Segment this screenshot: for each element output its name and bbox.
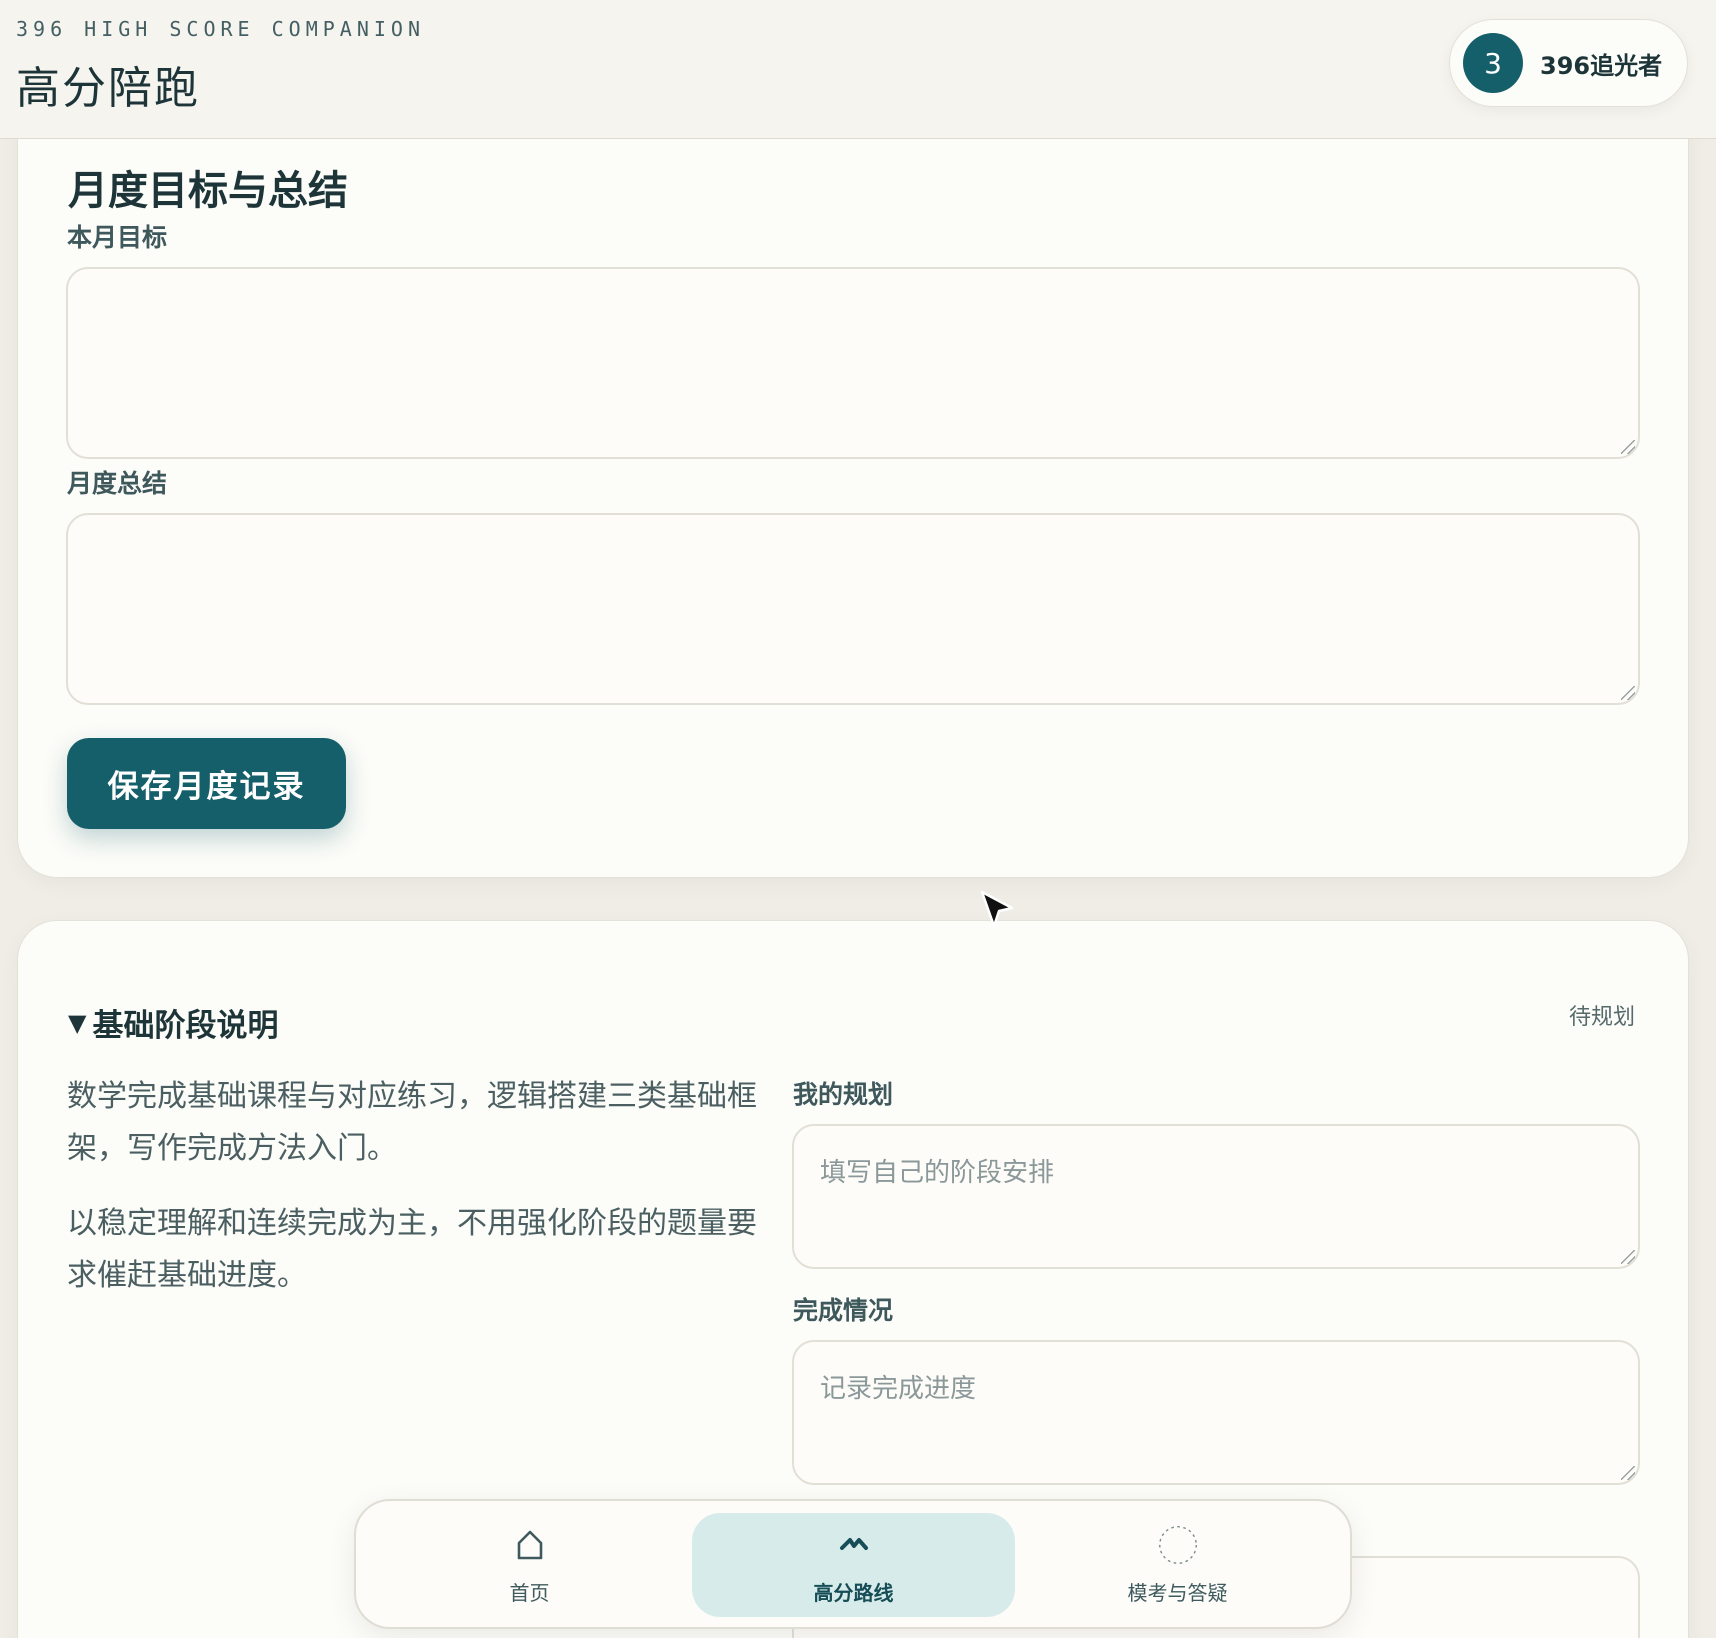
summary-label: 月度总结 bbox=[67, 469, 168, 498]
resize-handle-icon[interactable] bbox=[1621, 1250, 1635, 1264]
app-header: 396 HIGH SCORE COMPANION 高分陪跑 3 396追光者 bbox=[0, 0, 1716, 139]
home-icon bbox=[510, 1525, 550, 1565]
caret-down-icon: ▼ bbox=[68, 1008, 87, 1037]
stage-title: 基础阶段说明 bbox=[92, 1008, 279, 1044]
nav-item-mock-exam[interactable]: 模考与答疑 bbox=[1016, 1513, 1339, 1617]
plan-label: 我的规划 bbox=[793, 1080, 894, 1109]
stage-summary-toggle[interactable]: ▼ 基础阶段说明 bbox=[68, 1000, 278, 1045]
progress-label: 完成情况 bbox=[793, 1296, 894, 1325]
bottom-nav: 首页 高分路线 模考与答疑 bbox=[354, 1499, 1352, 1629]
dashed-circle-icon bbox=[1158, 1525, 1198, 1565]
user-name: 396追光者 bbox=[1540, 51, 1663, 80]
nav-label-home: 首页 bbox=[509, 1580, 550, 1605]
avatar: 3 bbox=[1463, 33, 1523, 93]
stage-description-1: 数学完成基础课程与对应练习，逻辑搭建三类基础框架，写作完成方法入门。 bbox=[67, 1079, 757, 1166]
monthly-goal-input[interactable] bbox=[66, 267, 1640, 459]
resize-handle-icon[interactable] bbox=[1621, 440, 1635, 454]
stage-description-2: 以稳定理解和连续完成为主，不用强化阶段的题量要求催赶基础进度。 bbox=[67, 1206, 757, 1293]
stage-plan-input[interactable] bbox=[792, 1124, 1640, 1269]
resize-handle-icon[interactable] bbox=[1621, 1466, 1635, 1480]
status-badge: 待规划 bbox=[1569, 1005, 1636, 1030]
goal-label: 本月目标 bbox=[67, 223, 168, 252]
stage-progress-input[interactable] bbox=[792, 1340, 1640, 1485]
save-monthly-button[interactable]: 保存月度记录 bbox=[67, 738, 346, 829]
resize-handle-icon[interactable] bbox=[1621, 686, 1635, 700]
mouse-pointer-icon bbox=[978, 888, 1018, 932]
user-profile-button[interactable]: 3 396追光者 bbox=[1449, 19, 1688, 107]
section-title-monthly: 月度目标与总结 bbox=[68, 168, 348, 214]
monthly-summary-input[interactable] bbox=[66, 513, 1640, 705]
nav-label-route: 高分路线 bbox=[813, 1580, 894, 1605]
brand-title: 高分陪跑 bbox=[16, 63, 200, 114]
brand-subtitle: 396 HIGH SCORE COMPANION bbox=[16, 17, 425, 41]
nav-label-mock-exam: 模考与答疑 bbox=[1127, 1580, 1228, 1605]
route-icon bbox=[834, 1525, 874, 1565]
nav-item-home[interactable]: 首页 bbox=[368, 1513, 691, 1617]
nav-item-route[interactable]: 高分路线 bbox=[692, 1513, 1015, 1617]
